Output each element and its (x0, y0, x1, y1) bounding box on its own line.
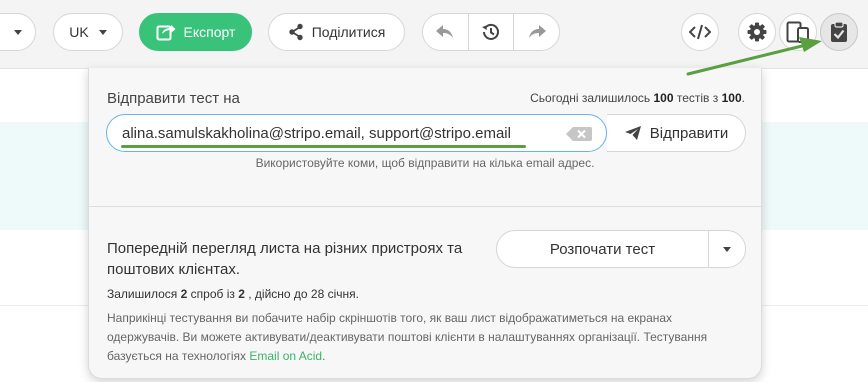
test-email-button[interactable] (820, 13, 858, 51)
panel-divider (89, 206, 761, 207)
test-quota: Сьогодні залишилось 100 тестів з 100. (530, 91, 745, 105)
send-icon (624, 126, 641, 140)
device-preview-button[interactable] (779, 13, 817, 51)
device-preview-icon (786, 21, 809, 43)
left-dropdown-button[interactable] (0, 13, 36, 51)
history-button-group (422, 13, 560, 51)
export-label: Експорт (183, 24, 236, 40)
language-value: UK (69, 24, 89, 40)
history-icon (482, 23, 499, 40)
preview-description: Попередній перегляд листа на різних прис… (107, 240, 463, 278)
chevron-down-icon (14, 29, 22, 35)
email-input-value: alina.samulskakholina@stripo.email, supp… (122, 125, 511, 142)
annotation-underline (121, 145, 526, 148)
share-label: Поділитися (311, 24, 386, 40)
code-button[interactable] (681, 13, 719, 51)
share-icon (288, 23, 303, 41)
send-test-title: Відправити тест на (107, 90, 240, 107)
start-test-button[interactable]: Розпочати тест (496, 230, 709, 268)
testing-info: Наприкінці тестування ви побачите набір … (107, 311, 708, 363)
attempts-remaining: Залишилося 2 спроб із 2 , дійсно до 28 с… (107, 287, 359, 301)
export-icon (156, 25, 176, 41)
clipboard-check-icon (831, 21, 847, 42)
settings-button[interactable] (738, 13, 776, 51)
clear-input-icon[interactable] (566, 127, 592, 141)
history-button[interactable] (469, 14, 515, 50)
test-email-panel: Відправити тест на Сьогодні залишилось 1… (88, 68, 762, 379)
top-toolbar: UK Експорт Поділитися (0, 0, 868, 69)
send-button-label: Відправити (649, 124, 729, 142)
undo-icon (436, 25, 454, 38)
gear-icon (747, 22, 767, 42)
chevron-down-icon (98, 29, 107, 35)
share-button[interactable]: Поділитися (268, 13, 405, 51)
export-button[interactable]: Експорт (139, 13, 252, 51)
language-select[interactable]: UK (53, 13, 123, 51)
chevron-down-icon (723, 246, 731, 252)
redo-icon (528, 25, 546, 38)
email-recipients-input[interactable]: alina.samulskakholina@stripo.email, supp… (106, 114, 607, 152)
start-test-dropdown[interactable] (708, 230, 746, 268)
send-test-button[interactable]: Відправити (607, 114, 746, 152)
undo-button[interactable] (423, 14, 469, 50)
code-icon (689, 24, 711, 40)
email-hint: Використовуйте коми, щоб відправити на к… (255, 156, 595, 170)
redo-button[interactable] (514, 14, 559, 50)
start-test-label: Розпочати тест (549, 240, 656, 258)
email-on-acid-link[interactable]: Email on Acid (249, 349, 322, 363)
